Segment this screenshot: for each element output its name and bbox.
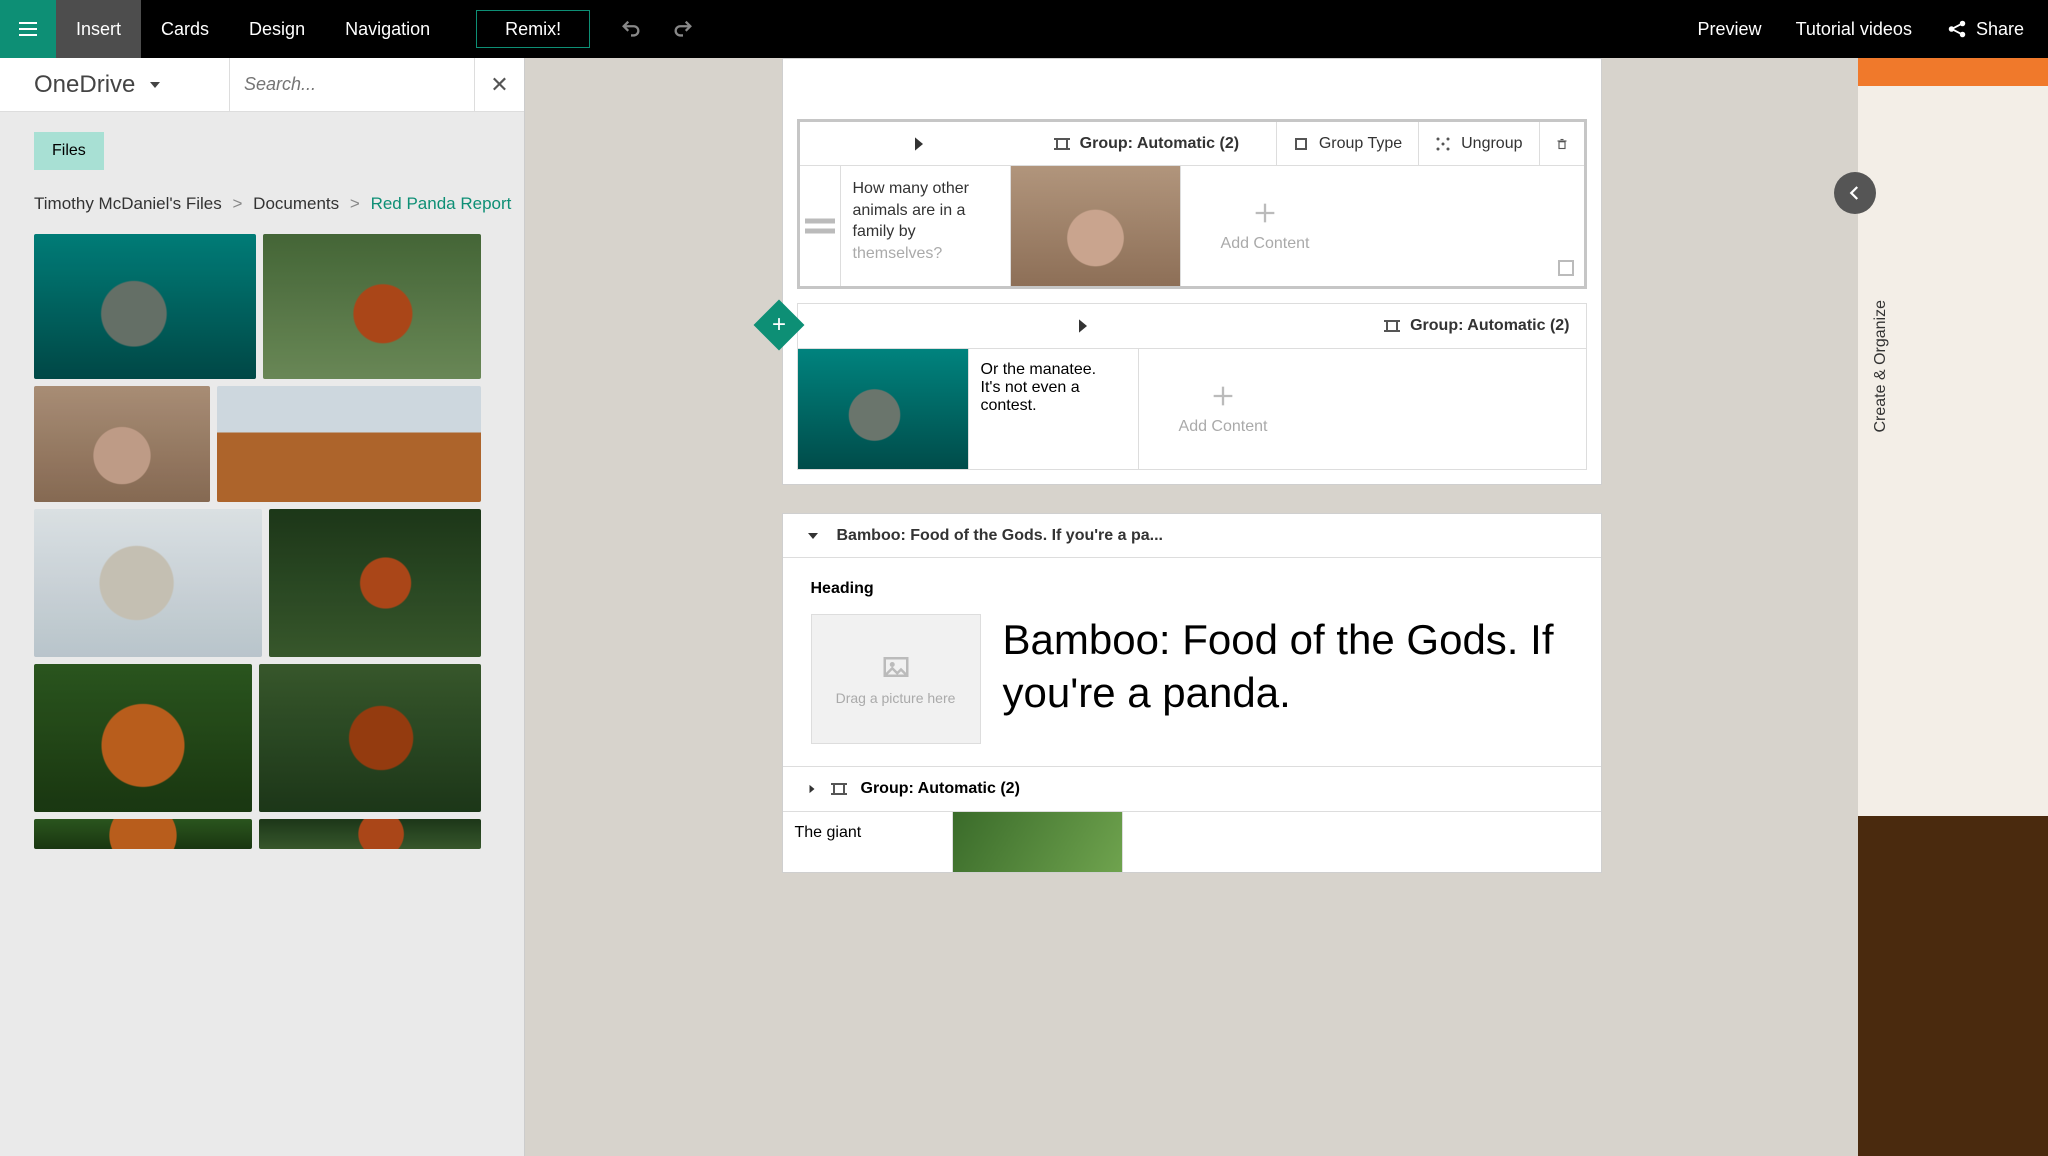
- theme-swatch-orange: [1858, 58, 2048, 86]
- group3-add-content[interactable]: [1123, 812, 1293, 872]
- thumbnail-red-panda-2[interactable]: [269, 509, 481, 657]
- thumbnail-red-panda-1[interactable]: [263, 234, 481, 379]
- group-type-button[interactable]: Group Type: [1277, 122, 1419, 165]
- thumbnail-landscape[interactable]: [217, 386, 481, 502]
- ungroup-icon: [1435, 136, 1451, 152]
- search-input[interactable]: [230, 74, 492, 95]
- share-label: Share: [1976, 19, 2024, 40]
- image-placeholder-icon: [881, 652, 911, 682]
- source-dropdown[interactable]: OneDrive: [0, 71, 161, 99]
- group1-add-content[interactable]: Add Content: [1180, 166, 1350, 286]
- share-icon: [1946, 18, 1968, 40]
- trash-icon: [1556, 136, 1568, 152]
- heading-label: Heading: [811, 580, 1573, 598]
- tab-design[interactable]: Design: [229, 0, 325, 58]
- select-icon: [831, 781, 847, 797]
- chevron-down-icon: [807, 530, 819, 542]
- preview-button[interactable]: Preview: [1698, 19, 1762, 40]
- heading-image-dropzone[interactable]: Drag a picture here: [811, 614, 981, 744]
- group1-text-cell[interactable]: How many other animals are in a family b…: [840, 166, 1010, 286]
- selection-checkbox[interactable]: [1558, 260, 1574, 276]
- group-type-icon: [1293, 136, 1309, 152]
- files-tab[interactable]: Files: [34, 132, 104, 170]
- heading-text[interactable]: Bamboo: Food of the Gods. If you're a pa…: [1003, 614, 1573, 719]
- plus-icon: [1209, 382, 1237, 410]
- group1-image-cell[interactable]: [1010, 166, 1180, 286]
- breadcrumb-current[interactable]: Red Panda Report: [371, 194, 512, 213]
- undo-icon[interactable]: [620, 18, 642, 40]
- chevron-down-icon: [149, 79, 161, 91]
- group2-title: Group: Automatic (2): [1410, 317, 1569, 335]
- chevron-left-icon: [1846, 184, 1864, 202]
- thumbnail-red-panda-4[interactable]: [259, 664, 481, 812]
- breadcrumb: Timothy McDaniel's Files > Documents > R…: [34, 194, 524, 214]
- tab-navigation[interactable]: Navigation: [325, 0, 450, 58]
- remix-button[interactable]: Remix!: [476, 10, 590, 48]
- redo-icon[interactable]: [672, 18, 694, 40]
- ungroup-button[interactable]: Ungroup: [1419, 122, 1539, 165]
- group1-title-seg[interactable]: Group: Automatic (2): [1038, 122, 1277, 165]
- create-organize-label[interactable]: Create & Organize: [1872, 300, 1890, 433]
- group1-disclosure[interactable]: [800, 122, 1038, 165]
- collapse-rail-button[interactable]: [1834, 172, 1876, 214]
- tab-cards[interactable]: Cards: [141, 0, 229, 58]
- tab-insert[interactable]: Insert: [56, 0, 141, 58]
- share-button[interactable]: Share: [1946, 18, 2024, 40]
- select-icon: [1384, 318, 1400, 334]
- section-bamboo-header[interactable]: Bamboo: Food of the Gods. If you're a pa…: [783, 514, 1601, 558]
- group2-disclosure[interactable]: [798, 304, 1369, 348]
- breadcrumb-root[interactable]: Timothy McDaniel's Files: [34, 194, 222, 213]
- thumbnail-aardvark[interactable]: [34, 386, 210, 502]
- group3-image-cell[interactable]: [953, 812, 1123, 872]
- breadcrumb-documents[interactable]: Documents: [253, 194, 339, 213]
- tutorial-videos-button[interactable]: Tutorial videos: [1796, 19, 1912, 40]
- thumbnail-red-panda-5[interactable]: [34, 819, 252, 849]
- group2-image-cell[interactable]: [798, 349, 968, 469]
- thumbnail-snow-leopard[interactable]: [34, 509, 262, 657]
- group3-header[interactable]: Group: Automatic (2): [783, 767, 1601, 811]
- group1-title: Group: Automatic (2): [1080, 135, 1239, 153]
- group2-title-seg[interactable]: Group: Automatic (2): [1368, 304, 1585, 348]
- plus-icon: [1251, 199, 1279, 227]
- group3-text-cell[interactable]: The giant: [783, 812, 953, 872]
- theme-swatch-brown: [1858, 816, 2048, 1156]
- drag-handle[interactable]: [800, 166, 840, 286]
- thumbnail-red-panda-3[interactable]: [34, 664, 252, 812]
- hamburger-menu[interactable]: [0, 0, 56, 58]
- thumbnail-red-panda-6[interactable]: [259, 819, 481, 849]
- thumbnail-manatee[interactable]: [34, 234, 256, 379]
- source-label: OneDrive: [34, 71, 135, 99]
- delete-group-button[interactable]: [1540, 122, 1584, 165]
- group2-add-content[interactable]: Add Content: [1138, 349, 1308, 469]
- group2-text-cell[interactable]: Or the manatee. It's not even a contest.: [968, 349, 1138, 469]
- group3-title: Group: Automatic (2): [861, 780, 1020, 798]
- select-icon: [1054, 136, 1070, 152]
